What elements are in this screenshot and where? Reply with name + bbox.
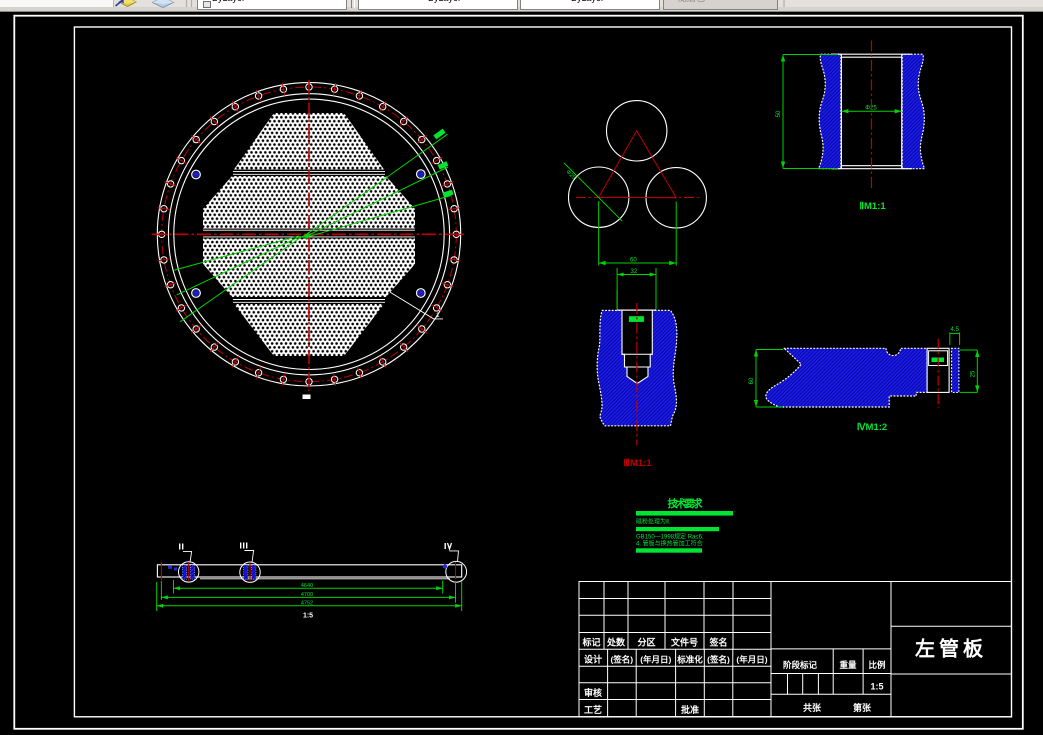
svg-text:共张: 共张 <box>803 702 822 713</box>
svg-text:磁粉处理为Ⅱ.: 磁粉处理为Ⅱ. <box>636 518 671 526</box>
svg-text:标准化: 标准化 <box>676 655 703 665</box>
svg-text:1:5: 1:5 <box>303 613 313 620</box>
svg-text:4.5: 4.5 <box>951 327 960 333</box>
svg-text:60: 60 <box>630 258 637 264</box>
svg-text:(年月日): (年月日) <box>736 655 767 665</box>
svg-text:50: 50 <box>776 110 782 117</box>
svg-text:(年月日): (年月日) <box>640 655 671 665</box>
svg-text:4752: 4752 <box>301 601 313 607</box>
svg-text:技术要求: 技术要求 <box>668 497 704 510</box>
svg-text:文件号: 文件号 <box>670 637 698 648</box>
svg-text:ⅡM1:1: ⅡM1:1 <box>859 201 886 212</box>
svg-text:重量: 重量 <box>839 660 857 670</box>
svg-text:处数: 处数 <box>606 637 626 648</box>
svg-text:1:5: 1:5 <box>870 682 883 692</box>
svg-text:60: 60 <box>749 377 755 384</box>
svg-text:(签名): (签名) <box>610 655 633 665</box>
svg-text:ⅣM1:2: ⅣM1:2 <box>857 422 887 433</box>
svg-text:设计: 设计 <box>584 654 602 665</box>
svg-text:审核: 审核 <box>584 687 602 698</box>
svg-text:ⅢM1:1: ⅢM1:1 <box>623 458 652 469</box>
svg-text:第张: 第张 <box>853 702 872 713</box>
svg-text:标记: 标记 <box>581 637 600 648</box>
svg-text:1: 1 <box>436 312 440 319</box>
svg-text:阶段标记: 阶段标记 <box>783 660 818 670</box>
svg-text:25: 25 <box>971 370 977 377</box>
svg-text:分区: 分区 <box>637 637 655 648</box>
svg-text:4. 管板与换热管加工符合: 4. 管板与换热管加工符合 <box>636 539 703 547</box>
svg-text:4700: 4700 <box>301 592 313 598</box>
svg-text:GB150—1998规定 Ra≤6.: GB150—1998规定 Ra≤6. <box>636 533 704 541</box>
svg-text:签名: 签名 <box>708 637 727 648</box>
svg-text:左管板: 左管板 <box>915 637 987 661</box>
svg-text:32: 32 <box>631 269 638 275</box>
svg-text:批准: 批准 <box>681 704 699 715</box>
svg-text:工艺: 工艺 <box>584 704 602 715</box>
svg-text:4640: 4640 <box>301 583 313 589</box>
svg-text:比例: 比例 <box>868 660 886 670</box>
svg-text:(签名): (签名) <box>707 655 730 665</box>
